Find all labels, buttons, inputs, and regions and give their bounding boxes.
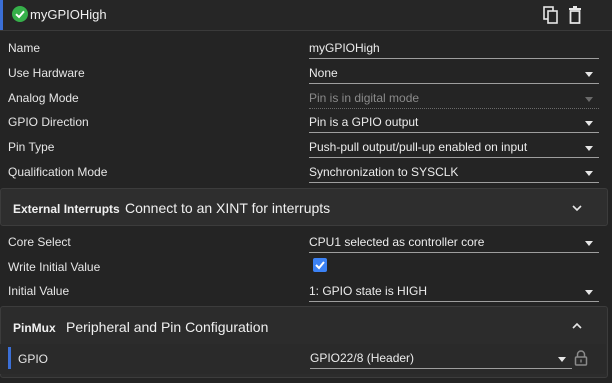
chevron-down-icon [585,171,593,176]
row-pin-type: Pin Type Push-pull output/pull-up enable… [0,135,612,159]
chevron-down-icon [585,146,593,151]
use-hardware-value: None [309,66,338,80]
pin-type-label: Pin Type [8,140,55,154]
external-interrupts-key: External Interrupts [13,202,120,216]
qualification-mode-label: Qualification Mode [8,165,108,179]
lock-icon[interactable] [574,349,588,370]
qualification-mode-select[interactable]: Synchronization to SYSCLK [309,164,599,183]
qualification-mode-value: Synchronization to SYSCLK [309,165,459,179]
analog-mode-label: Analog Mode [8,91,79,105]
gpio-label: GPIO [18,352,49,366]
core-select-label: Core Select [8,235,71,249]
gpio-direction-select[interactable]: Pin is a GPIO output [309,114,599,133]
row-name: Name myGPIOHigh [0,36,612,60]
module-title: myGPIOHigh [30,7,107,22]
pinmux-description: Peripheral and Pin Configuration [66,319,269,335]
gpio-direction-label: GPIO Direction [8,115,89,129]
row-gpio-direction: GPIO Direction Pin is a GPIO output [0,110,612,134]
header-bar: myGPIOHigh [0,0,612,31]
analog-mode-select: Pin is in digital mode [309,90,599,109]
core-select-value: CPU1 selected as controller core [309,235,485,249]
chevron-down-icon [558,357,566,362]
chevron-down-icon [585,97,593,102]
pin-type-select[interactable]: Push-pull output/pull-up enabled on inpu… [309,139,599,158]
initial-value-label: Initial Value [8,284,70,298]
gpio-direction-value: Pin is a GPIO output [309,115,419,129]
chevron-down-icon[interactable] [572,202,582,212]
core-select-select[interactable]: CPU1 selected as controller core [309,234,599,253]
row-initial-value: Initial Value 1: GPIO state is HIGH [0,279,612,303]
chevron-up-icon[interactable] [572,320,582,330]
chevron-down-icon [585,290,593,295]
name-input[interactable]: myGPIOHigh [309,40,599,59]
copy-icon[interactable] [543,6,559,24]
check-circle-icon [12,6,28,22]
name-label: Name [8,41,41,55]
row-core-select: Core Select CPU1 selected as controller … [0,230,612,254]
trash-icon[interactable] [568,6,584,24]
pinmux-key: PinMux [13,321,56,335]
row-analog-mode: Analog Mode Pin is in digital mode [0,86,612,110]
row-write-initial-value: Write Initial Value [0,255,612,279]
row-use-hardware: Use Hardware None [0,61,612,85]
name-value: myGPIOHigh [309,41,380,55]
write-initial-value-label: Write Initial Value [8,260,101,274]
pinmux-gpio-row: GPIO GPIO22/8 (Header) [0,344,606,374]
external-interrupts-section[interactable]: External Interrupts Connect to an XINT f… [0,188,608,226]
gpio-pin-value: GPIO22/8 (Header) [310,351,415,365]
gpio-pin-select[interactable]: GPIO22/8 (Header) [310,350,572,369]
write-initial-value-checkbox[interactable] [313,258,327,272]
gpio-accent-bar [8,347,11,369]
row-qualification-mode: Qualification Mode Synchronization to SY… [0,160,612,184]
pin-type-value: Push-pull output/pull-up enabled on inpu… [309,140,528,154]
external-interrupts-description: Connect to an XINT for interrupts [125,200,331,216]
use-hardware-label: Use Hardware [8,66,85,80]
initial-value-value: 1: GPIO state is HIGH [309,284,428,298]
use-hardware-select[interactable]: None [309,65,599,84]
chevron-down-icon [585,72,593,77]
chevron-down-icon [585,241,593,246]
header-accent [0,0,3,30]
initial-value-select[interactable]: 1: GPIO state is HIGH [309,283,599,302]
chevron-down-icon [585,121,593,126]
analog-mode-value: Pin is in digital mode [309,91,420,105]
